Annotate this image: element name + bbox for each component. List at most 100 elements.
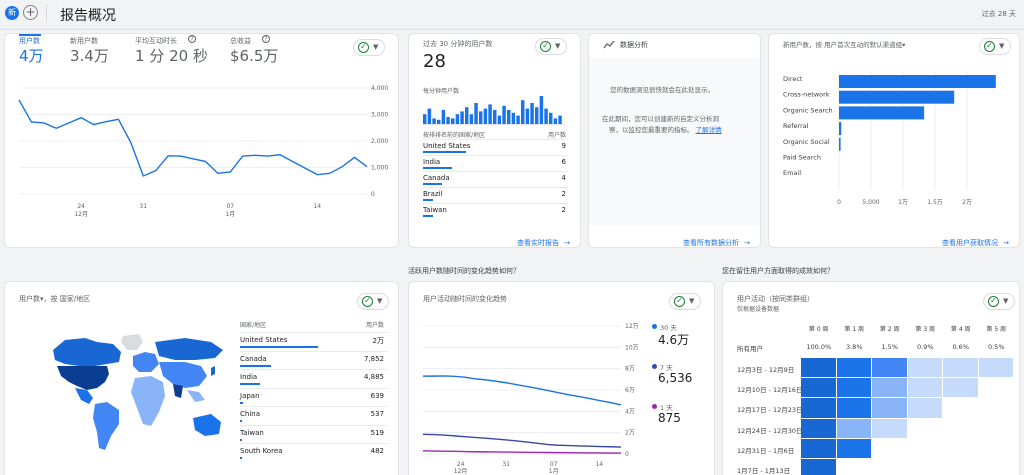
status-check-button[interactable]: ✓ ▼ — [353, 39, 385, 56]
cohort-cell[interactable] — [801, 398, 836, 418]
kpi-card: 用户数 4万 新用户数 3.4万 平均互动时长 1 分 20 秒? 总收益 $6.5万? ✓ ▼… — [4, 33, 399, 248]
arrow-right-icon: → — [1003, 239, 1009, 247]
section-question-activity: 活跃用户数随时间的变化趋势如何？ — [408, 267, 520, 275]
new-badge[interactable]: 新 — [5, 6, 19, 20]
cohort-cell[interactable] — [907, 398, 942, 418]
country-name[interactable]: Taiwan — [240, 429, 264, 437]
channel-bar — [839, 122, 842, 136]
row-divider — [240, 406, 388, 407]
cohort-cell[interactable] — [907, 358, 942, 378]
cohort-cell[interactable] — [872, 398, 907, 418]
cohort-cell[interactable] — [801, 459, 836, 475]
country-name[interactable]: South Korea — [240, 447, 282, 455]
x-tick-label: 07 — [550, 461, 558, 468]
insights-msg1: 您的数据洞见很快就会在此处显示。 — [610, 86, 714, 94]
status-check-button[interactable]: ✓ ▼ — [983, 293, 1015, 310]
map-russia — [155, 338, 223, 360]
help-icon[interactable]: ? — [188, 35, 196, 43]
acquisition-title[interactable]: 新用户数，按 用户首次互动的默认渠道组▾ — [783, 39, 905, 49]
acquisition-title-text: 新用户数，按 用户首次互动的默认渠道组 — [783, 41, 903, 49]
col-country-header: 按排排名前的国家/地区 — [423, 132, 486, 139]
link-text[interactable]: 查看用户获取情况 — [942, 239, 998, 247]
cohort-cell[interactable] — [836, 358, 871, 378]
x-tick-label: 31 — [139, 203, 147, 210]
status-check-button[interactable]: ✓ ▼ — [357, 293, 389, 310]
y-tick-label: 3,000 — [371, 112, 388, 119]
add-icon[interactable]: + — [23, 5, 38, 20]
cohort-cell[interactable] — [801, 358, 836, 378]
arrow-right-icon: → — [744, 239, 750, 247]
link-text[interactable]: 查看所有数据分析 — [683, 239, 739, 247]
help-icon[interactable]: ? — [262, 35, 270, 43]
cohort-cell[interactable] — [836, 438, 871, 458]
country-name[interactable]: Japan — [240, 392, 260, 400]
all-users-value: 0.5% — [987, 343, 1005, 351]
per-minute-bar — [469, 114, 474, 124]
cohort-cell[interactable] — [872, 418, 907, 438]
week-header: 第 1 周 — [844, 326, 865, 333]
status-check-button[interactable]: ✓ ▼ — [979, 38, 1011, 55]
status-check-button[interactable]: ✓ ▼ — [535, 38, 567, 55]
status-check-button[interactable]: ✓ ▼ — [669, 293, 701, 310]
cohort-cell[interactable] — [943, 378, 978, 398]
country-value: 519 — [370, 428, 384, 437]
country-name[interactable]: Canada — [423, 174, 450, 182]
cohort-row-label: 12月10日 - 12月16日 — [737, 386, 803, 395]
acquisition-link[interactable]: 查看用户获取情况 → — [942, 230, 1009, 247]
dropdown-arrow-icon: ▼ — [373, 43, 379, 51]
share-bar — [423, 151, 466, 153]
country-name[interactable]: Canada — [240, 355, 267, 363]
cohort-cell[interactable] — [836, 418, 871, 438]
y-tick-label: 0 — [371, 191, 375, 198]
link-text[interactable]: 查看实时报告 — [517, 239, 559, 247]
legend-value: 6,536 — [658, 371, 693, 385]
per-minute-bar-chart — [423, 96, 565, 125]
row-divider — [240, 332, 388, 333]
map-usa — [57, 366, 109, 390]
cohort-cell[interactable] — [836, 378, 871, 398]
realtime-report-link[interactable]: 查看实时报告 → — [517, 230, 570, 247]
cohort-row-label: 12月31日 - 1月6日 — [737, 446, 795, 455]
check-icon: ✓ — [540, 41, 551, 52]
cohort-cell[interactable] — [801, 418, 836, 438]
cohort-cell[interactable] — [872, 378, 907, 398]
activity-line-chart: 12万 10万 8万 6万 4万 2万 0 2412月 31 071月 14 — [422, 323, 639, 475]
cohort-cell[interactable] — [907, 378, 942, 398]
y-tick-label: 8万 — [625, 366, 635, 373]
section-question-retention: 您在留住用户方面取得的成效如何？ — [722, 267, 834, 275]
country-value: 2万 — [372, 337, 384, 345]
cohort-cell[interactable] — [978, 358, 1013, 378]
legend-value: 4.6万 — [658, 333, 690, 347]
kpi-tab-value: 4万 — [19, 47, 44, 65]
country-name[interactable]: Brazil — [423, 190, 443, 198]
row-divider — [423, 203, 568, 204]
cohort-cell[interactable] — [836, 398, 871, 418]
cohort-cell[interactable] — [872, 358, 907, 378]
country-name[interactable]: China — [240, 410, 260, 418]
learn-more-link[interactable]: 了解详情 — [696, 126, 722, 134]
date-range-label[interactable]: 过去 28 天 — [982, 9, 1016, 19]
row-divider — [423, 139, 568, 140]
share-bar — [423, 183, 442, 185]
per-minute-bar — [493, 110, 497, 124]
per-minute-bar — [558, 115, 562, 124]
cohort-cell[interactable] — [943, 358, 978, 378]
country-name[interactable]: United States — [240, 336, 287, 344]
per-minute-bar — [427, 108, 432, 124]
country-name[interactable]: Taiwan — [423, 206, 447, 214]
geo-title[interactable]: 用户数▾，按 国家/地区 — [19, 294, 90, 304]
country-name[interactable]: India — [240, 373, 257, 381]
country-value: 9 — [561, 142, 566, 150]
all-users-value: 100.0% — [806, 343, 832, 351]
cohort-cell[interactable] — [801, 438, 836, 458]
insights-title: 数据分析 — [620, 41, 648, 49]
country-value: 4,885 — [363, 373, 384, 381]
per-minute-bar — [474, 103, 478, 124]
map-india — [173, 384, 183, 398]
geo-title-metric[interactable]: 用户数 — [19, 295, 40, 303]
country-name[interactable]: United States — [423, 142, 470, 150]
all-insights-link[interactable]: 查看所有数据分析 → — [683, 230, 750, 247]
cohort-cell[interactable] — [801, 378, 836, 398]
category-label: Referral — [783, 122, 809, 130]
country-name[interactable]: India — [423, 158, 440, 166]
